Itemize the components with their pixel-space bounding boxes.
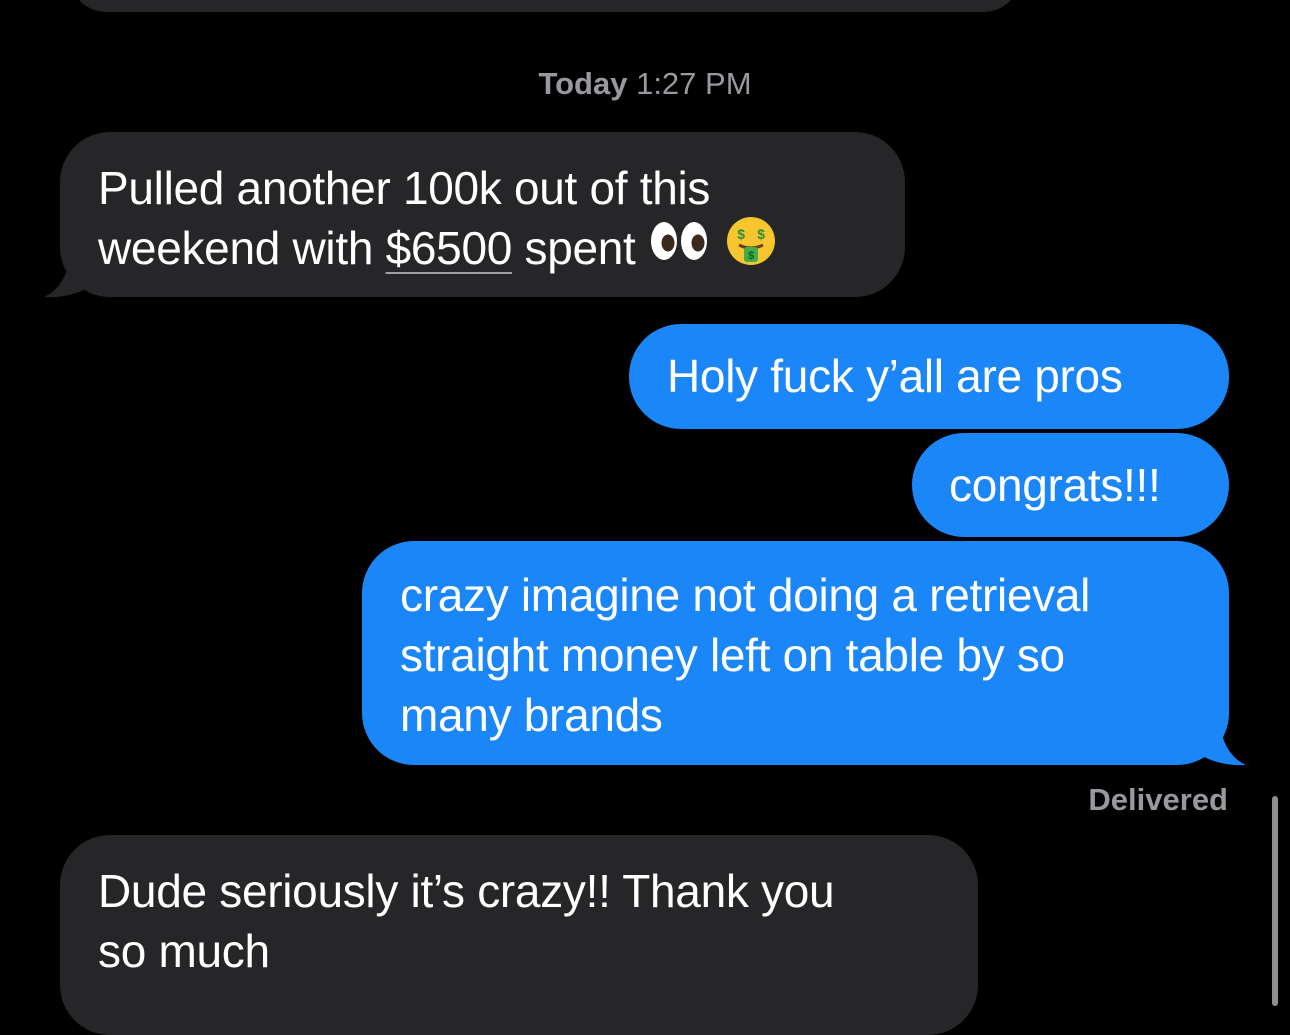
- scroll-indicator[interactable]: [1272, 796, 1278, 1006]
- svg-text:$: $: [748, 250, 754, 262]
- previous-message-bubble[interactable]: [70, 0, 1020, 12]
- message-line: Dude seriously it’s crazy!! Thank you: [98, 865, 835, 917]
- message-text: congrats!!!: [949, 459, 1161, 511]
- delivered-status: Delivered: [1088, 782, 1228, 817]
- message-text: weekend with: [98, 222, 386, 274]
- message-line: weekend with $6500 spent $ $ $: [98, 215, 875, 281]
- outgoing-message-bubble[interactable]: Holy fuck y’all are pros: [629, 324, 1229, 429]
- svg-text:$: $: [737, 226, 745, 242]
- message-text: spent: [512, 222, 636, 274]
- message-line: crazy imagine not doing a retrieval: [400, 569, 1091, 621]
- message-line: many brands: [400, 689, 663, 741]
- conversation-timestamp: Today 1:27 PM: [0, 62, 1290, 106]
- outgoing-message-bubble[interactable]: crazy imagine not doing a retrieval stra…: [362, 541, 1229, 765]
- incoming-message-bubble[interactable]: Dude seriously it’s crazy!! Thank you so…: [60, 835, 978, 1035]
- outgoing-message-bubble[interactable]: congrats!!!: [912, 433, 1229, 537]
- timestamp-day: Today: [538, 66, 628, 101]
- money-mouth-face-icon: $ $ $: [725, 215, 777, 281]
- incoming-message-bubble[interactable]: Pulled another 100k out of this weekend …: [60, 132, 905, 297]
- amount-link[interactable]: $6500: [386, 222, 513, 274]
- timestamp-time: 1:27 PM: [636, 66, 752, 101]
- message-text: Holy fuck y’all are pros: [667, 350, 1123, 402]
- message-line: straight money left on table by so: [400, 629, 1065, 681]
- message-line: so much: [98, 925, 270, 977]
- eyes-icon: [648, 217, 712, 279]
- message-line: Pulled another 100k out of this: [98, 162, 711, 214]
- svg-text:$: $: [757, 226, 765, 242]
